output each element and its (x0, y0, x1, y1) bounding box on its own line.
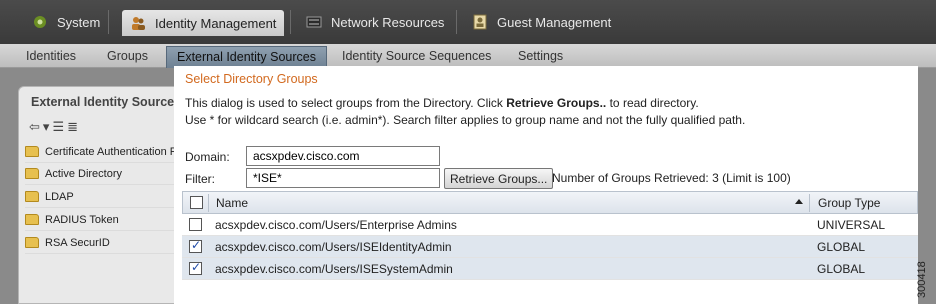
desc-bold: Retrieve Groups.. (506, 96, 607, 110)
dropdown-icon[interactable]: ▾ (43, 119, 53, 134)
select-directory-groups-dialog: Select Directory Groups This dialog is u… (174, 66, 918, 304)
tab-external-identity-sources[interactable]: External Identity Sources (166, 46, 327, 68)
group-type: GLOBAL (817, 262, 866, 276)
group-name: acsxpdev.cisco.com/Users/Enterprise Admi… (215, 218, 457, 232)
filter-label: Filter: (185, 172, 215, 186)
domain-label: Domain: (185, 150, 230, 164)
panel-toolbar: ⇦▾☰≣ (29, 119, 81, 135)
tab-identities[interactable]: Identities (26, 49, 76, 63)
tab-identity-source-sequences[interactable]: Identity Source Sequences (342, 49, 491, 63)
tree-item-label: Certificate Authentication Profile (45, 145, 179, 158)
guest-icon (472, 14, 488, 30)
row-checkbox[interactable] (189, 218, 202, 231)
retrieve-groups-button[interactable]: Retrieve Groups... (444, 168, 554, 189)
tab-groups[interactable]: Groups (107, 49, 148, 63)
tree-item-label: RADIUS Token (45, 213, 119, 226)
tree-item-radius-token[interactable]: RADIUS Token (25, 209, 179, 231)
sub-nav: Identities Groups External Identity Sour… (0, 44, 936, 68)
figure-code-text: 300418 (916, 261, 928, 298)
group-type: GLOBAL (817, 240, 866, 254)
column-divider (809, 194, 810, 212)
tree-item-label: LDAP (45, 190, 74, 203)
table-row[interactable]: acsxpdev.cisco.com/Users/ISESystemAdmin … (182, 258, 918, 280)
top-nav-identity-label: Identity Management (155, 15, 277, 31)
top-nav-system[interactable]: System (24, 8, 108, 36)
top-nav-identity-management[interactable]: Identity Management (122, 10, 285, 36)
nav-divider (108, 10, 109, 34)
group-name: acsxpdev.cisco.com/Users/ISEIdentityAdmi… (215, 240, 452, 254)
groups-count: Number of Groups Retrieved: 3 (Limit is … (552, 171, 791, 185)
system-icon (32, 14, 48, 30)
desc-text: to read directory. (606, 96, 699, 110)
dialog-description: This dialog is used to select groups fro… (185, 96, 699, 110)
column-divider (208, 194, 209, 212)
back-arrow-icon[interactable]: ⇦ (29, 119, 43, 134)
table-row[interactable]: acsxpdev.cisco.com/Users/Enterprise Admi… (182, 214, 918, 236)
column-header-name[interactable]: Name (216, 196, 248, 210)
users-icon (130, 15, 146, 31)
folder-icon (25, 191, 39, 202)
column-header-group-type[interactable]: Group Type (818, 196, 880, 210)
tree-item-label: RSA SecurID (45, 236, 110, 249)
top-nav-system-label: System (57, 14, 101, 30)
group-type: UNIVERSAL (817, 218, 886, 232)
nav-divider (456, 10, 457, 34)
tree-item-active-directory[interactable]: Active Directory (25, 163, 179, 185)
top-nav-network-resources[interactable]: Network Resources (298, 8, 452, 36)
tab-settings[interactable]: Settings (518, 49, 563, 63)
top-nav-network-label: Network Resources (331, 14, 445, 30)
tree-view-icon[interactable]: ≣ (67, 119, 81, 134)
table-header: Name Group Type (182, 191, 918, 214)
group-name: acsxpdev.cisco.com/Users/ISESystemAdmin (215, 262, 453, 276)
external-sources-panel: External Identity Sources ⇦▾☰≣ Certifica… (18, 86, 182, 304)
tree-item-rsa-securid[interactable]: RSA SecurID (25, 232, 179, 254)
list-view-icon[interactable]: ☰ (52, 119, 67, 134)
folder-icon (25, 146, 39, 157)
row-checkbox[interactable] (189, 238, 202, 253)
network-icon (306, 14, 322, 30)
dialog-title: Select Directory Groups (185, 72, 318, 86)
row-checkbox[interactable] (189, 260, 202, 275)
top-nav: System Identity Management Network Resou… (0, 0, 936, 44)
figure-code: 300418 (916, 261, 928, 298)
top-nav-guest-label: Guest Management (497, 14, 612, 30)
tree-item-label: Active Directory (45, 167, 123, 180)
folder-icon (25, 168, 39, 179)
nav-divider (290, 10, 291, 34)
filter-field[interactable] (246, 168, 440, 188)
top-nav-guest-management[interactable]: Guest Management (464, 8, 619, 36)
tree-item-ldap[interactable]: LDAP (25, 186, 179, 208)
domain-field[interactable] (246, 146, 440, 166)
table-row[interactable]: acsxpdev.cisco.com/Users/ISEIdentityAdmi… (182, 236, 918, 258)
folder-icon (25, 214, 39, 225)
tree-item-certificate-auth[interactable]: Certificate Authentication Profile (25, 141, 179, 163)
sort-ascending-icon[interactable] (795, 199, 803, 204)
select-all-checkbox[interactable] (190, 196, 203, 209)
folder-icon (25, 237, 39, 248)
desc-text: This dialog is used to select groups fro… (185, 96, 507, 110)
panel-title: External Identity Sources (31, 95, 182, 109)
groups-table: Name Group Type acsxpdev.cisco.com/Users… (182, 191, 918, 280)
dialog-description-2: Use * for wildcard search (i.e. admin*).… (185, 113, 746, 127)
